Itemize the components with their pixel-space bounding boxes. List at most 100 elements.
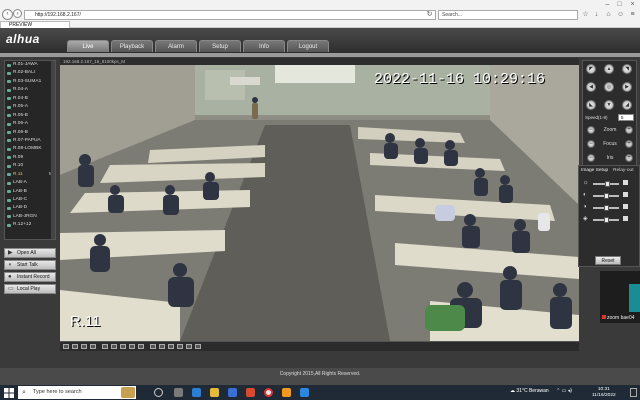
reset-button[interactable]: Reset xyxy=(595,256,621,265)
browser-search-input[interactable]: Search... xyxy=(438,10,578,20)
tray-icons[interactable]: ⌃ ▭ ◂) xyxy=(556,388,572,394)
snapshot-icon[interactable] xyxy=(102,344,108,349)
ptz-down-icon[interactable]: ▼ xyxy=(604,100,614,110)
channel-item[interactable]: R.02-BALI xyxy=(5,69,55,77)
store-icon[interactable] xyxy=(228,388,237,397)
channel-item[interactable]: R.05-A xyxy=(5,103,55,111)
local-play-button[interactable]: ▭ Local Play xyxy=(4,284,56,294)
home-icon[interactable]: ⌂ xyxy=(605,11,612,18)
channel-list-scrollbar[interactable] xyxy=(51,61,55,239)
contrast-knob[interactable] xyxy=(603,193,609,199)
channel-item[interactable]: R.09 xyxy=(5,154,55,162)
tab-info[interactable]: Info xyxy=(243,40,285,52)
zoom-out-icon[interactable]: − xyxy=(587,126,595,134)
audio-icon[interactable] xyxy=(129,344,135,349)
forward-icon[interactable]: › xyxy=(13,9,22,18)
minimize-icon[interactable]: – xyxy=(604,1,611,8)
zoom-teal-tab[interactable] xyxy=(629,284,640,312)
relay-out-tab[interactable]: Relay-out xyxy=(613,168,634,173)
tab-setup[interactable]: Setup xyxy=(199,40,241,52)
focus-far-icon[interactable]: + xyxy=(625,140,633,148)
open-all-button[interactable]: ▶ Open All xyxy=(4,248,56,258)
task-switcher-icon[interactable] xyxy=(174,388,183,397)
instant-record-button[interactable]: ● Instant Record xyxy=(4,272,56,282)
channel-item[interactable]: R.07-PAPUA xyxy=(5,137,55,145)
tab-alarm[interactable]: Alarm xyxy=(155,40,197,52)
chrome-icon[interactable] xyxy=(264,388,273,397)
focus-near-icon[interactable]: − xyxy=(587,140,595,148)
ptz-center-icon[interactable]: ◎ xyxy=(604,82,614,92)
close-icon[interactable]: × xyxy=(629,1,636,8)
tab-live[interactable]: Live xyxy=(67,40,109,52)
close-video-icon[interactable] xyxy=(168,344,174,349)
split-1-icon[interactable] xyxy=(63,344,69,349)
iris-open-icon[interactable]: + xyxy=(625,154,633,162)
search-highlight-icon[interactable] xyxy=(121,387,135,398)
split-4-icon[interactable] xyxy=(72,344,78,349)
hue-knob[interactable] xyxy=(603,217,609,223)
brightness-slider[interactable] xyxy=(593,181,619,187)
ptz-right-icon[interactable]: ▶ xyxy=(622,82,632,92)
channel-item[interactable]: R.08-LOMBK xyxy=(5,145,55,153)
ptz-down-left-icon[interactable]: ◣ xyxy=(586,100,596,110)
address-bar[interactable]: http://192.168.2.167/ xyxy=(24,10,436,20)
iris-close-icon[interactable]: − xyxy=(587,154,595,162)
weather-widget[interactable]: ☁ 31°C Berawan ⌃ ▭ ◂) xyxy=(510,388,572,394)
channel-item[interactable]: R.01-JAWA xyxy=(5,61,55,69)
ptz-down-right-icon[interactable]: ◢ xyxy=(622,100,632,110)
window-icon[interactable] xyxy=(150,344,156,349)
channel-item[interactable]: R.06-B xyxy=(5,129,55,137)
channel-item[interactable]: LAB-JRGN xyxy=(5,213,55,221)
channel-item[interactable]: LAB-C xyxy=(5,196,55,204)
hue-slider[interactable] xyxy=(593,217,619,223)
ptz-up-right-icon[interactable]: ◥ xyxy=(622,64,632,74)
original-size-icon[interactable] xyxy=(195,344,201,349)
reload-icon[interactable]: ↻ xyxy=(426,11,433,18)
maximize-icon[interactable]: □ xyxy=(616,1,623,8)
zoom-app-icon[interactable] xyxy=(300,388,309,397)
split-9-icon[interactable] xyxy=(81,344,87,349)
stream-icon[interactable] xyxy=(138,344,144,349)
channel-item[interactable]: R.10 xyxy=(5,162,55,170)
menu-icon[interactable]: ≡ xyxy=(629,11,636,18)
image-setup-title[interactable]: Image Setup xyxy=(581,168,608,173)
contrast-slider[interactable] xyxy=(593,193,619,199)
channel-item[interactable]: LAB-B xyxy=(5,188,55,196)
browser-tab[interactable]: PREVIEW xyxy=(0,21,70,28)
edge-icon[interactable] xyxy=(192,388,201,397)
zoom-in-icon[interactable]: + xyxy=(625,126,633,134)
windows-start-icon[interactable] xyxy=(4,388,14,398)
ptz-left-icon[interactable]: ◀ xyxy=(586,82,596,92)
speed-select[interactable]: 5 xyxy=(618,114,634,121)
ptz-up-icon[interactable]: ▲ xyxy=(604,64,614,74)
tab-logout[interactable]: Logout xyxy=(287,40,329,52)
file-explorer-icon[interactable] xyxy=(210,388,219,397)
zoom-icon[interactable] xyxy=(120,344,126,349)
taskbar-search-input[interactable]: ⌕ Type here to search xyxy=(18,386,136,399)
saturation-slider[interactable] xyxy=(593,205,619,211)
saturation-knob[interactable] xyxy=(603,205,609,211)
settings-icon[interactable] xyxy=(177,344,183,349)
channel-item[interactable]: R.04-A xyxy=(5,86,55,94)
task-view-icon[interactable] xyxy=(154,388,163,397)
smiley-icon[interactable]: ☺ xyxy=(617,11,624,18)
star-icon[interactable]: ☆ xyxy=(582,11,589,18)
start-talk-button[interactable]: ◖ Start Talk xyxy=(4,260,56,270)
ptz-up-left-icon[interactable]: ◤ xyxy=(586,64,596,74)
channel-item[interactable]: R.05-B xyxy=(5,112,55,120)
scale-icon[interactable] xyxy=(159,344,165,349)
brightness-knob[interactable] xyxy=(604,181,610,187)
taskbar-clock[interactable]: 10:31 11/16/2022 xyxy=(592,387,616,398)
channel-item[interactable]: R.04-B xyxy=(5,95,55,103)
download-icon[interactable]: ↓ xyxy=(593,11,600,18)
channel-item[interactable]: R.06-A xyxy=(5,120,55,128)
fullscreen-icon[interactable] xyxy=(90,344,96,349)
channel-item[interactable]: R.03-SUMA1 xyxy=(5,78,55,86)
channel-item[interactable]: R.11M xyxy=(5,171,55,179)
channel-item[interactable]: LAB-A xyxy=(5,179,55,187)
firefox-icon[interactable] xyxy=(282,388,291,397)
record-toggle-icon[interactable] xyxy=(111,344,117,349)
tab-playback[interactable]: Playback xyxy=(111,40,153,52)
notification-icon[interactable] xyxy=(630,388,637,397)
ratio-icon[interactable] xyxy=(186,344,192,349)
